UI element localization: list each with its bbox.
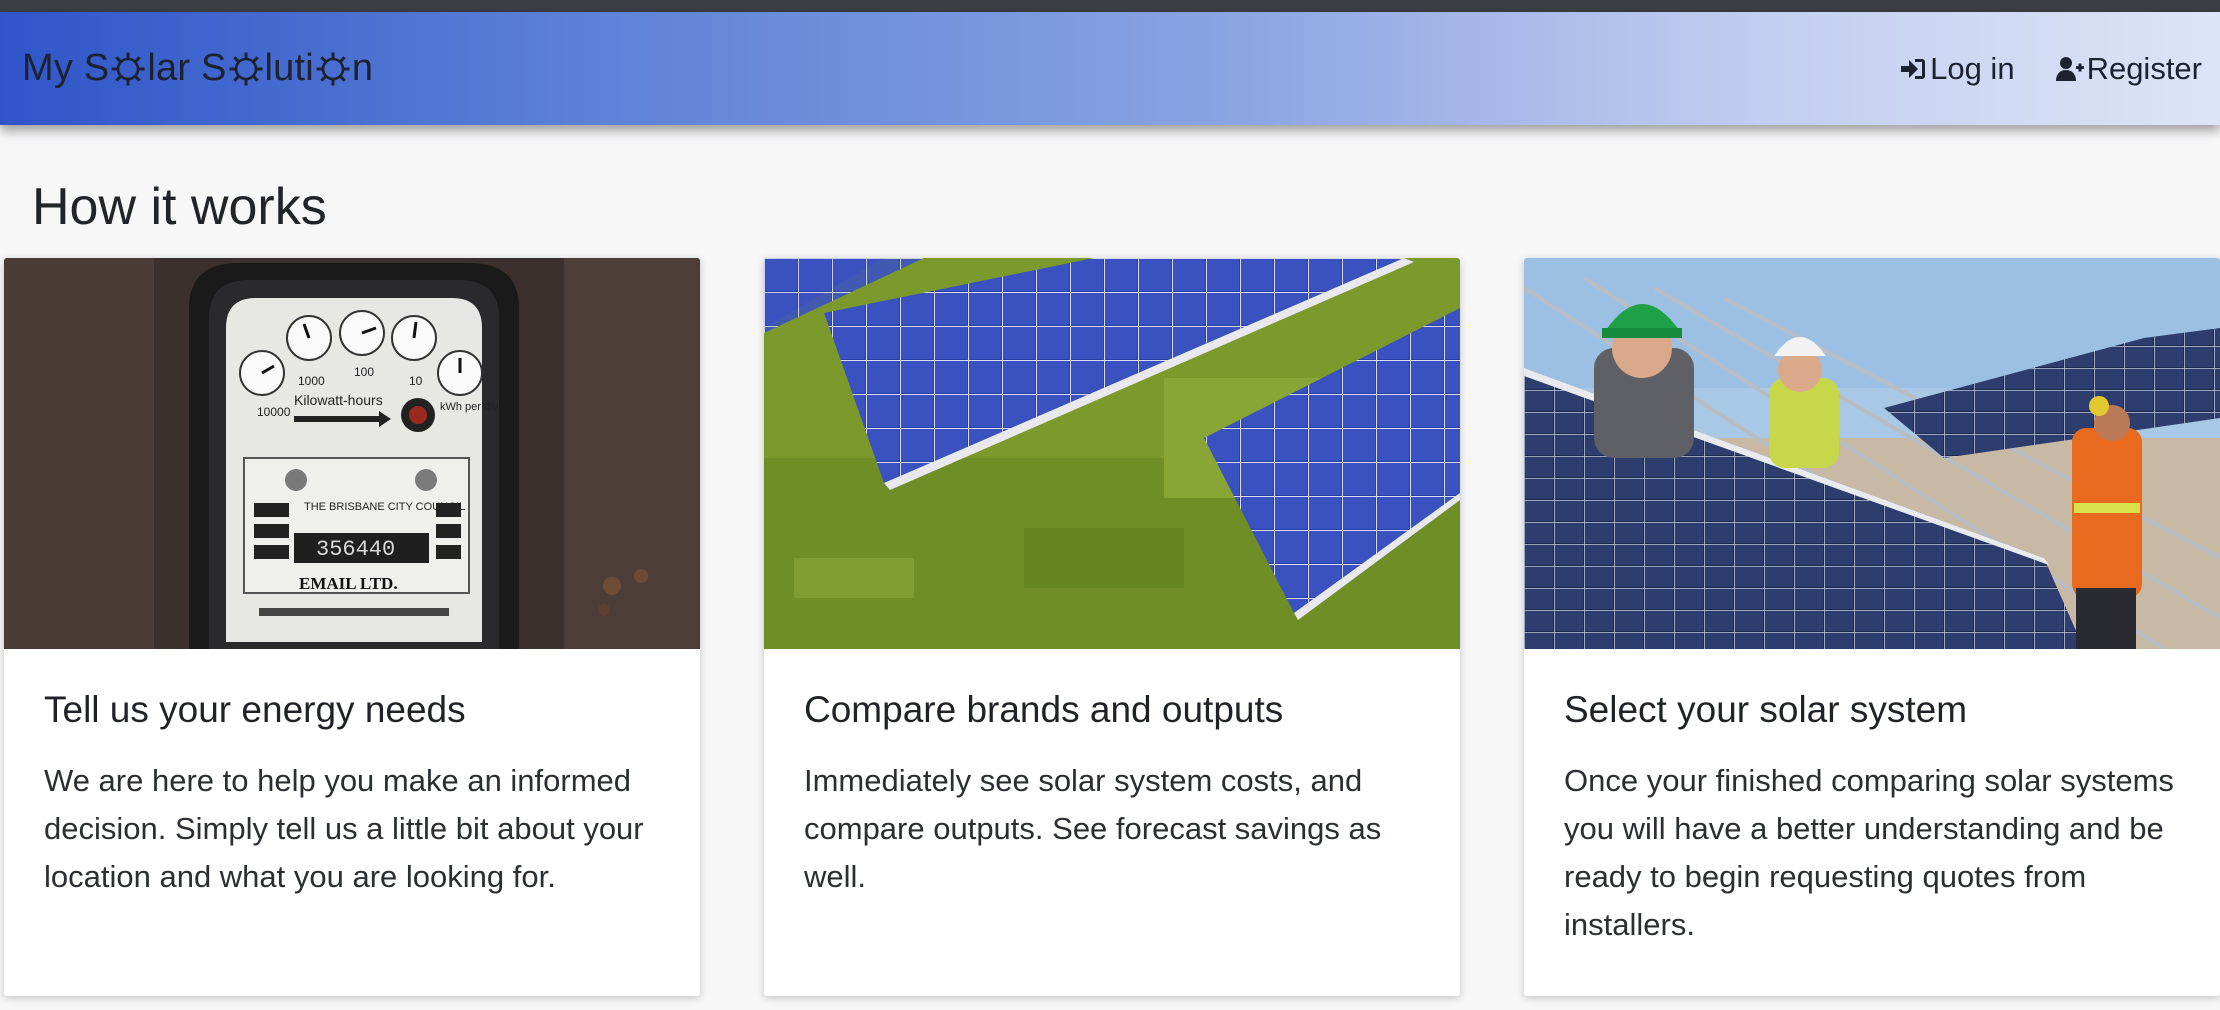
- card-title: Compare brands and outputs: [804, 689, 1284, 730]
- page-title: How it works: [32, 178, 327, 236]
- card-energy-needs: 10000 1000 100 10 Kilowatt-hours kWh per…: [4, 258, 700, 996]
- navbar: My S lar S luti n Log in Register: [0, 12, 2220, 125]
- meter-reading: 356440: [316, 537, 395, 562]
- card-text: Immediately see solar system costs, and …: [804, 763, 1382, 894]
- user-plus-icon: [2055, 56, 2084, 81]
- brand-text-1: My S: [22, 47, 110, 89]
- council-label: THE BRISBANE CITY COUNCIL: [304, 501, 465, 513]
- register-link[interactable]: Register: [2055, 51, 2202, 87]
- dial-label-3: 100: [354, 365, 374, 379]
- dial-label-2: 1000: [298, 374, 325, 388]
- card-title: Tell us your energy needs: [44, 689, 466, 730]
- sign-in-icon: [1901, 58, 1926, 79]
- card-text: We are here to help you make an informed…: [44, 763, 644, 894]
- brand-text-4: n: [351, 47, 374, 89]
- login-link[interactable]: Log in: [1898, 50, 2015, 87]
- card-select-system: Select your solar system Once your finis…: [1524, 258, 2220, 996]
- solar-panels-grass-image: [764, 258, 1460, 649]
- nav-actions: Log in Register: [1898, 51, 2202, 87]
- sun-icon: [316, 52, 350, 85]
- sun-icon: [229, 52, 262, 85]
- card-body: Tell us your energy needs We are here to…: [4, 649, 700, 901]
- register-label: Register: [2086, 50, 2202, 86]
- sun-icon: [111, 52, 145, 85]
- brand-text-3: luti: [264, 47, 314, 89]
- card-text: Once your finished comparing solar syste…: [1564, 763, 2174, 942]
- card-body: Compare brands and outputs Immediately s…: [764, 649, 1460, 901]
- dial-label-1: 10000: [257, 405, 291, 419]
- login-label: Log in: [1930, 50, 2015, 86]
- electricity-meter-image: 10000 1000 100 10 Kilowatt-hours kWh per…: [4, 258, 700, 649]
- brand-logo[interactable]: My S lar S luti n: [22, 47, 373, 90]
- kwh-label: kWh per div.: [440, 401, 500, 413]
- installers-image: [1524, 258, 2220, 649]
- brand-text-2: lar S: [147, 47, 227, 89]
- dial-label-4: 10: [409, 374, 423, 388]
- meter-maker: EMAIL LTD.: [299, 574, 398, 593]
- meter-label: Kilowatt-hours: [294, 392, 383, 408]
- main-content: How it works 10000 1000 100 10 Kilowatt-…: [0, 125, 2220, 1010]
- card-body: Select your solar system Once your finis…: [1524, 649, 2220, 949]
- card-compare-brands: Compare brands and outputs Immediately s…: [764, 258, 1460, 996]
- card-title: Select your solar system: [1564, 689, 1968, 730]
- browser-top-strip: [0, 0, 2220, 12]
